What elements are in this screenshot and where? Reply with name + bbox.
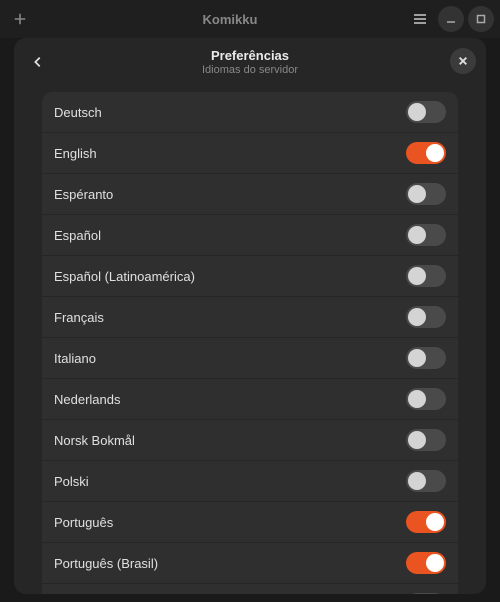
language-toggle[interactable] [406,429,446,451]
toggle-knob [408,226,426,244]
language-label: Français [54,310,104,325]
window-titlebar: Komikku [0,0,500,38]
language-toggle[interactable] [406,347,446,369]
language-row: Nederlands [42,379,458,420]
toggle-knob [408,431,426,449]
language-label: Polski [54,474,89,489]
language-label: Português [54,515,113,530]
language-row: Français [42,297,458,338]
language-toggle[interactable] [406,142,446,164]
language-row: Русский [42,584,458,594]
language-toggle[interactable] [406,265,446,287]
language-label: Norsk Bokmål [54,433,135,448]
toggle-knob [426,513,444,531]
toggle-knob [426,144,444,162]
language-toggle[interactable] [406,552,446,574]
close-button[interactable] [450,48,476,74]
sheet-subtitle: Idiomas do servidor [202,64,298,76]
language-row: Norsk Bokmål [42,420,458,461]
toggle-knob [408,103,426,121]
maximize-button[interactable] [468,6,494,32]
language-row: Espéranto [42,174,458,215]
toggle-knob [408,185,426,203]
toggle-knob [408,390,426,408]
sheet-title: Preferências [211,48,289,63]
hamburger-menu-icon[interactable] [406,5,434,33]
language-row: Español (Latinoamérica) [42,256,458,297]
language-row: English [42,133,458,174]
language-toggle[interactable] [406,388,446,410]
language-toggle[interactable] [406,183,446,205]
language-label: Deutsch [54,105,102,120]
language-row: Português [42,502,458,543]
language-toggle[interactable] [406,470,446,492]
language-row: Deutsch [42,92,458,133]
toggle-knob [426,554,444,572]
language-label: Nederlands [54,392,121,407]
preferences-sheet: Preferências Idiomas do servidor Deutsch… [14,38,486,594]
app-title: Komikku [86,12,374,27]
toggle-knob [408,472,426,490]
toggle-knob [408,267,426,285]
language-toggle[interactable] [406,511,446,533]
language-label: English [54,146,97,161]
minimize-button[interactable] [438,6,464,32]
language-toggle[interactable] [406,101,446,123]
language-label: Español [54,228,101,243]
language-toggle[interactable] [406,593,446,594]
language-label: Español (Latinoamérica) [54,269,195,284]
language-label: Espéranto [54,187,113,202]
sheet-header: Preferências Idiomas do servidor [14,38,486,86]
language-list: Deutsch English Espéranto Español Español (L… [14,86,486,594]
language-row: Português (Brasil) [42,543,458,584]
toggle-knob [408,349,426,367]
language-toggle[interactable] [406,306,446,328]
language-toggle[interactable] [406,224,446,246]
language-label: Italiano [54,351,96,366]
back-button[interactable] [24,48,52,76]
add-icon[interactable] [6,5,34,33]
language-row: Español [42,215,458,256]
toggle-knob [408,308,426,326]
language-row: Polski [42,461,458,502]
language-label: Português (Brasil) [54,556,158,571]
language-row: Italiano [42,338,458,379]
